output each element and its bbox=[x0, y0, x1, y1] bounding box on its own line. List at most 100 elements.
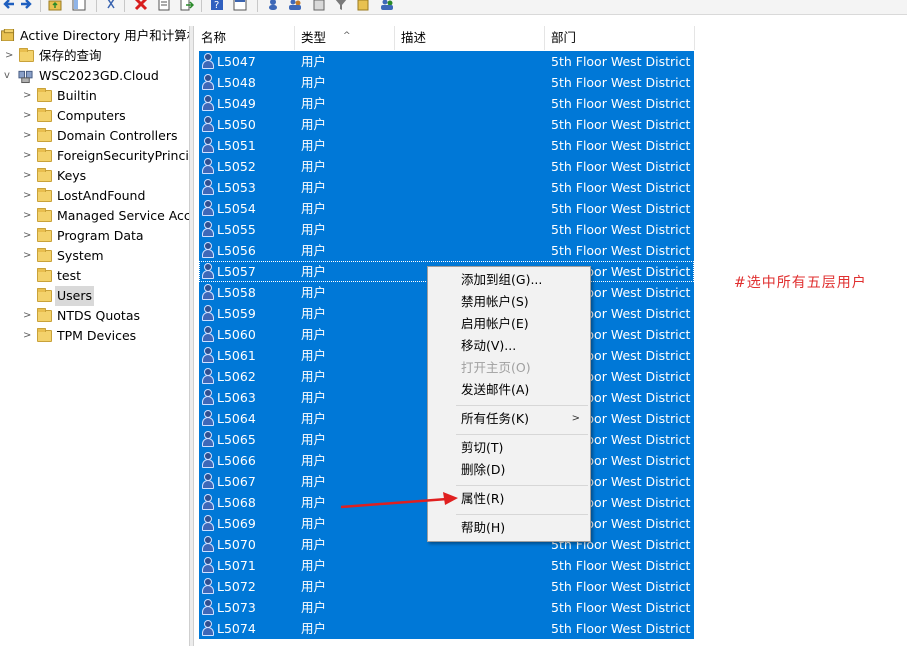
tree-item-domain[interactable]: v WSC2023GD.Cloud bbox=[0, 66, 189, 86]
show-hide-tree-icon[interactable] bbox=[72, 0, 86, 11]
cell-name: L5049 bbox=[217, 96, 256, 111]
menu-item-disable-account[interactable]: 禁用帐户(S) bbox=[428, 291, 590, 313]
cell-name: L5069 bbox=[217, 516, 256, 531]
table-row[interactable]: L5051 用户 5th Floor West District bbox=[195, 135, 907, 156]
help-icon[interactable]: ? bbox=[210, 0, 224, 11]
table-row[interactable]: L5054 用户 5th Floor West District bbox=[195, 198, 907, 219]
find-icon[interactable] bbox=[357, 0, 371, 11]
chevron-down-icon[interactable]: v bbox=[4, 66, 14, 86]
table-row[interactable]: L5056 用户 5th Floor West District bbox=[195, 240, 907, 261]
folder-icon bbox=[37, 148, 52, 162]
table-row[interactable]: L5072 用户 5th Floor West District bbox=[195, 576, 907, 597]
properties-icon[interactable] bbox=[157, 0, 171, 11]
tree-item-builtin[interactable]: > Builtin bbox=[0, 86, 189, 106]
new-user-icon[interactable] bbox=[266, 0, 280, 11]
pane-splitter[interactable] bbox=[189, 26, 194, 646]
chevron-right-icon[interactable]: > bbox=[23, 326, 33, 346]
chevron-right-icon[interactable]: > bbox=[23, 166, 33, 186]
table-row[interactable]: L5049 用户 5th Floor West District bbox=[195, 93, 907, 114]
tree-root[interactable]: Active Directory 用户和计算机 bbox=[0, 26, 189, 46]
export-list-icon[interactable] bbox=[180, 0, 194, 11]
table-row[interactable]: L5050 用户 5th Floor West District bbox=[195, 114, 907, 135]
chevron-right-icon[interactable]: > bbox=[23, 226, 33, 246]
table-row[interactable]: L5071 用户 5th Floor West District bbox=[195, 555, 907, 576]
add-to-group-icon[interactable] bbox=[380, 0, 394, 11]
console-icon[interactable] bbox=[233, 0, 247, 11]
table-row[interactable]: L5047 用户 5th Floor West District bbox=[195, 51, 907, 72]
tree-item-domain-controllers[interactable]: > Domain Controllers bbox=[0, 126, 189, 146]
tree-item-computers[interactable]: > Computers bbox=[0, 106, 189, 126]
menu-item-move[interactable]: 移动(V)... bbox=[428, 335, 590, 357]
user-icon bbox=[201, 74, 215, 91]
chevron-right-icon[interactable]: > bbox=[23, 86, 33, 106]
cell-type: 用户 bbox=[301, 96, 327, 111]
tree-item-label: Domain Controllers bbox=[57, 128, 178, 143]
delete-icon[interactable] bbox=[134, 0, 148, 11]
chevron-right-icon[interactable]: > bbox=[23, 206, 33, 226]
tree-item-program-data[interactable]: > Program Data bbox=[0, 226, 189, 246]
chevron-right-icon[interactable]: > bbox=[23, 306, 33, 326]
table-row[interactable]: L5055 用户 5th Floor West District bbox=[195, 219, 907, 240]
chevron-right-icon[interactable]: > bbox=[23, 146, 33, 166]
menu-item-cut[interactable]: 剪切(T) bbox=[428, 437, 590, 459]
chevron-right-icon[interactable]: > bbox=[23, 246, 33, 266]
chevron-right-icon[interactable]: > bbox=[23, 126, 33, 146]
cell-type: 用户 bbox=[301, 243, 327, 258]
cell-name: L5055 bbox=[217, 222, 256, 237]
chevron-right-icon[interactable]: > bbox=[23, 186, 33, 206]
column-header-name[interactable]: 名称 bbox=[195, 26, 295, 50]
forward-icon[interactable] bbox=[19, 0, 33, 11]
tree-item-system[interactable]: > System bbox=[0, 246, 189, 266]
tree-item-lostandfound[interactable]: > LostAndFound bbox=[0, 186, 189, 206]
user-icon bbox=[201, 200, 215, 217]
cell-type: 用户 bbox=[301, 453, 327, 468]
table-row[interactable]: L5048 用户 5th Floor West District bbox=[195, 72, 907, 93]
cell-department: 5th Floor West District bbox=[551, 159, 691, 174]
folder-icon bbox=[37, 288, 52, 302]
new-group-icon[interactable] bbox=[288, 0, 302, 11]
cell-department: 5th Floor West District bbox=[551, 621, 691, 636]
tree-item-test[interactable]: test bbox=[0, 266, 189, 286]
up-folder-icon[interactable] bbox=[48, 0, 62, 11]
menu-item-enable-account[interactable]: 启用帐户(E) bbox=[428, 313, 590, 335]
cell-name: L5059 bbox=[217, 306, 256, 321]
user-icon bbox=[201, 284, 215, 301]
new-ou-icon[interactable] bbox=[312, 0, 326, 11]
tree-item-keys[interactable]: > Keys bbox=[0, 166, 189, 186]
tree-item-users[interactable]: Users bbox=[0, 286, 189, 306]
table-row[interactable]: L5073 用户 5th Floor West District bbox=[195, 597, 907, 618]
cell-name: L5064 bbox=[217, 411, 256, 426]
menu-item-add-to-group[interactable]: 添加到组(G)... bbox=[428, 269, 590, 291]
table-row[interactable]: L5074 用户 5th Floor West District bbox=[195, 618, 907, 639]
tree-item-ntds-quotas[interactable]: > NTDS Quotas bbox=[0, 306, 189, 326]
cut-icon[interactable] bbox=[104, 0, 118, 11]
chevron-right-icon[interactable]: > bbox=[5, 46, 15, 66]
folder-icon bbox=[37, 268, 52, 282]
user-icon bbox=[201, 326, 215, 343]
menu-item-send-mail[interactable]: 发送邮件(A) bbox=[428, 379, 590, 401]
cell-name: L5073 bbox=[217, 600, 256, 615]
chevron-right-icon[interactable]: > bbox=[23, 106, 33, 126]
cell-name: L5050 bbox=[217, 117, 256, 132]
menu-item-help[interactable]: 帮助(H) bbox=[428, 517, 590, 539]
column-header-description[interactable]: 描述 bbox=[395, 26, 545, 50]
cell-department: 5th Floor West District bbox=[551, 558, 691, 573]
cell-department: 5th Floor West District bbox=[551, 138, 691, 153]
folder-icon bbox=[37, 208, 52, 222]
cell-type: 用户 bbox=[301, 180, 327, 195]
menu-item-all-tasks[interactable]: 所有任务(K) > bbox=[428, 408, 590, 430]
menu-item-delete[interactable]: 删除(D) bbox=[428, 459, 590, 481]
table-row[interactable]: L5052 用户 5th Floor West District bbox=[195, 156, 907, 177]
filter-icon[interactable] bbox=[334, 0, 348, 11]
tree-item-tpm-devices[interactable]: > TPM Devices bbox=[0, 326, 189, 346]
cell-type: 用户 bbox=[301, 558, 327, 573]
tree-item-label: Users bbox=[55, 286, 95, 306]
tree-item-saved-queries[interactable]: > 保存的查询 bbox=[0, 46, 189, 66]
tree-item-managed-service-acco[interactable]: > Managed Service Acco bbox=[0, 206, 189, 226]
back-icon[interactable] bbox=[2, 0, 16, 11]
folder-icon bbox=[37, 128, 52, 142]
column-header-department[interactable]: 部门 bbox=[545, 26, 695, 50]
column-header-type[interactable]: 类型 ^ bbox=[295, 26, 395, 50]
tree-item-foreignsecurityprincipa[interactable]: > ForeignSecurityPrincipa bbox=[0, 146, 189, 166]
table-row[interactable]: L5053 用户 5th Floor West District bbox=[195, 177, 907, 198]
